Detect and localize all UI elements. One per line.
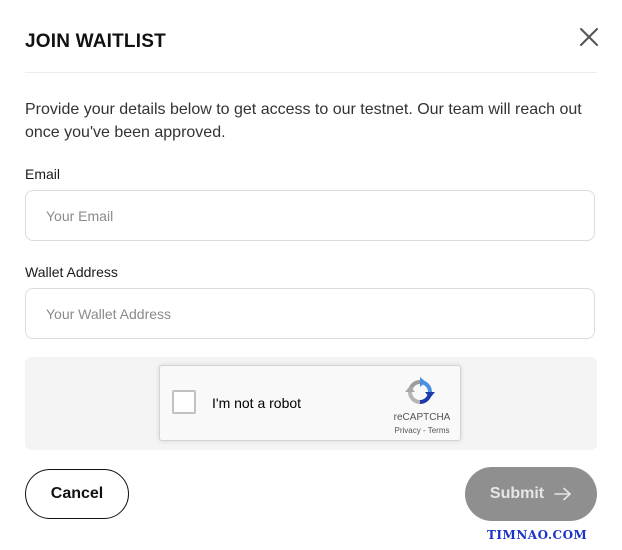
header-divider	[25, 72, 597, 73]
recaptcha-logo-icon	[405, 377, 435, 404]
wallet-address-input[interactable]	[25, 288, 595, 339]
email-label: Email	[25, 166, 61, 182]
submit-label: Submit	[489, 485, 545, 502]
dialog-title: JOIN WAITLIST	[25, 31, 166, 52]
recaptcha-checkbox[interactable]	[172, 390, 196, 414]
watermark-text: TIMNAO.COM	[487, 528, 588, 542]
recaptcha-brand: reCAPTCHA	[393, 412, 451, 423]
arrow-right-icon	[554, 487, 571, 501]
recaptcha-label: I'm not a robot	[212, 395, 302, 411]
wallet-address-label: Wallet Address	[25, 264, 118, 280]
cancel-button[interactable]: Cancel	[25, 469, 129, 519]
recaptcha-widget: I'm not a robot reCAPTCHA Privacy - Term…	[159, 365, 461, 441]
recaptcha-privacy-terms[interactable]: Privacy - Terms	[386, 426, 458, 435]
close-icon	[580, 28, 598, 46]
dialog-description: Provide your details below to get access…	[25, 101, 582, 141]
waitlist-dialog: JOIN WAITLIST Provide your details below…	[0, 0, 622, 550]
email-input[interactable]	[25, 190, 595, 241]
submit-button[interactable]: Submit	[465, 467, 597, 521]
close-button[interactable]	[574, 22, 604, 52]
